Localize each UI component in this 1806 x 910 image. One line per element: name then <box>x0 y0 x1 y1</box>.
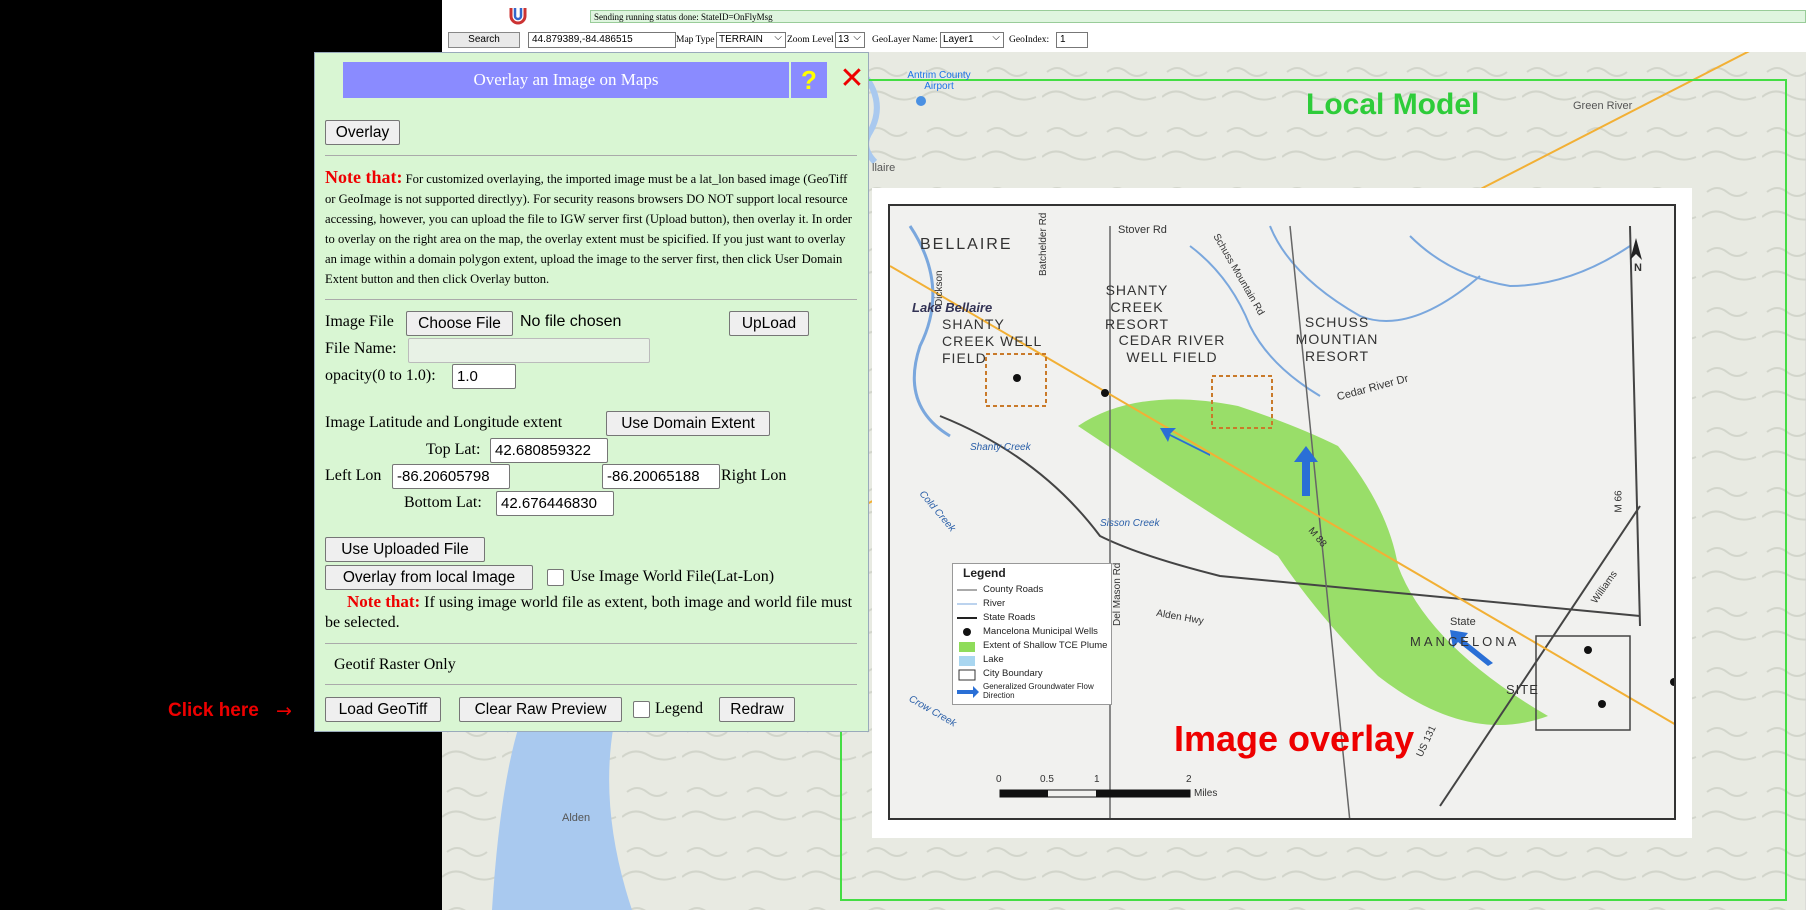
legend-item: River <box>983 598 1006 609</box>
choose-file-button[interactable]: Choose File <box>406 311 513 336</box>
img-m66: M 66 <box>1613 490 1625 513</box>
opacity-label: opacity(0 to 1.0): <box>325 367 436 384</box>
geolayer-label: GeoLayer Name: <box>872 35 938 45</box>
note-prefix: Note that: <box>325 167 403 187</box>
img-state: State <box>1450 616 1476 628</box>
use-domain-extent-button[interactable]: Use Domain Extent <box>606 411 770 436</box>
zoom-level-label: Zoom Level <box>787 35 834 45</box>
right-lon-input[interactable]: -86.20065188 <box>602 464 720 489</box>
img-bellaire: BELLAIRE <box>920 236 1013 253</box>
img-batchelder-rd: Batchelder Rd <box>1038 212 1049 276</box>
geolayer-select[interactable]: Layer1 <box>940 31 1004 48</box>
img-shanty-creek-resort: SHANTY CREEK RESORT <box>1104 282 1170 332</box>
divider <box>325 643 857 644</box>
zoom-level-select[interactable]: 13 <box>835 31 865 48</box>
extent-label: Image Latitude and Longitude extent <box>325 414 563 431</box>
geotif-label: Geotif Raster Only <box>334 656 456 673</box>
legend-item: Mancelona Municipal Wells <box>983 626 1098 637</box>
img-lake-bellaire: Lake Bellaire <box>912 300 993 315</box>
scale-0: 0 <box>996 774 1002 785</box>
scale-1: 1 <box>1094 774 1100 785</box>
legend-item: State Roads <box>983 612 1036 623</box>
img-dickson: Dickson <box>934 270 945 306</box>
file-name-label: File Name: <box>325 340 397 357</box>
antrim-airport-label: Antrim County Airport <box>907 70 971 92</box>
north-arrow-icon: N <box>1634 262 1642 274</box>
bellaire-label: llaire <box>872 162 896 174</box>
bottom-lat-label: Bottom Lat: <box>404 494 482 511</box>
left-lon-input[interactable]: -86.20605798 <box>392 464 510 489</box>
alden-label: Alden <box>562 812 591 824</box>
divider <box>325 155 857 156</box>
image-file-label: Image File <box>325 313 394 330</box>
local-model-annotation: Local Model <box>1306 88 1480 121</box>
divider <box>325 299 857 300</box>
file-name-input[interactable] <box>408 338 650 363</box>
legend-item: Extent of Shallow TCE Plume <box>983 640 1108 651</box>
legend-item: Lake <box>983 654 1004 665</box>
note-text: For customized overlaying, the imported … <box>325 172 852 286</box>
geoindex-input[interactable]: 1 <box>1056 32 1088 48</box>
legend-checkbox[interactable] <box>633 701 650 718</box>
toolbar: Sending running status done: StateID=OnF… <box>442 0 1806 52</box>
use-uploaded-file-button[interactable]: Use Uploaded File <box>325 537 485 562</box>
note-block-2: Note that: If using image world file as … <box>325 592 860 633</box>
bottom-lat-input[interactable]: 42.676446830 <box>496 491 614 516</box>
map-type-select[interactable]: TERRAIN <box>716 31 786 48</box>
overlay-dialog: Overlay an Image on Maps ? ✕ Overlay Not… <box>314 52 869 732</box>
app-logo-icon <box>509 8 527 25</box>
airport-pin-icon[interactable] <box>916 96 926 106</box>
legend-item: City Boundary <box>983 668 1043 679</box>
img-shanty-creek-well: SHANTY CREEK WELL FIELD <box>942 316 1042 366</box>
map-legend: Legend County Roads River State Roads Ma… <box>952 563 1112 705</box>
close-icon[interactable]: ✕ <box>837 62 867 96</box>
search-button[interactable]: Search <box>448 32 520 48</box>
note-block: Note that: For customized overlaying, th… <box>325 167 860 289</box>
green-river-label: Green River <box>1573 100 1633 112</box>
status-bar: Sending running status done: StateID=OnF… <box>590 10 1806 23</box>
legend-item: County Roads <box>983 584 1044 595</box>
img-stover-rd: Stover Rd <box>1118 224 1167 236</box>
img-sisson-creek: Sisson Creek <box>1100 518 1160 529</box>
no-file-text: No file chosen <box>520 313 622 330</box>
overlay-local-image-button[interactable]: Overlay from local Image <box>325 565 533 590</box>
world-file-checkbox[interactable] <box>547 569 564 586</box>
opacity-input[interactable]: 1.0 <box>452 364 516 389</box>
arrow-right-icon: → <box>276 700 292 722</box>
world-file-label: Use Image World File(Lat-Lon) <box>570 568 775 585</box>
map-type-label: Map Type <box>676 35 715 45</box>
overlay-button[interactable]: Overlay <box>325 120 400 145</box>
left-lon-label: Left Lon <box>325 467 382 484</box>
img-cedar-river-well: CEDAR RIVER WELL FIELD <box>1118 332 1226 365</box>
image-overlay-annotation: Image overlay <box>1174 718 1415 759</box>
help-button[interactable]: ? <box>791 62 827 98</box>
legend-label: Legend <box>655 700 703 717</box>
img-mancelona: MANCELONA <box>1410 634 1520 649</box>
load-geotiff-button[interactable]: Load GeoTiff <box>325 697 441 722</box>
divider <box>325 684 857 685</box>
legend-swatches <box>957 589 979 698</box>
legend-item: Generalized Groundwater Flow Direction <box>983 682 1094 700</box>
scale-2: 2 <box>1186 774 1192 785</box>
img-site: SITE <box>1506 682 1539 697</box>
upload-button[interactable]: UpLoad <box>729 311 809 336</box>
top-lat-input[interactable]: 42.680859322 <box>490 438 608 463</box>
geoindex-label: GeoIndex: <box>1009 35 1050 45</box>
right-lon-label: Right Lon <box>721 467 787 484</box>
img-del-mason: Del Mason Rd <box>1112 562 1123 626</box>
dialog-title: Overlay an Image on Maps <box>343 62 789 98</box>
click-here-annotation: Click here <box>168 700 259 721</box>
img-schuss: SCHUSS MOUNTIAN RESORT <box>1295 314 1379 364</box>
scale-05: 0.5 <box>1040 774 1054 785</box>
img-shanty-creek: Shanty Creek <box>970 442 1031 453</box>
coords-input[interactable]: 44.879389,-84.486515 <box>528 32 676 48</box>
note2-prefix: Note that: <box>347 592 421 611</box>
top-lat-label: Top Lat: <box>426 441 481 458</box>
redraw-button[interactable]: Redraw <box>719 697 795 722</box>
clear-raw-preview-button[interactable]: Clear Raw Preview <box>459 697 622 722</box>
scale-miles: Miles <box>1194 788 1218 799</box>
